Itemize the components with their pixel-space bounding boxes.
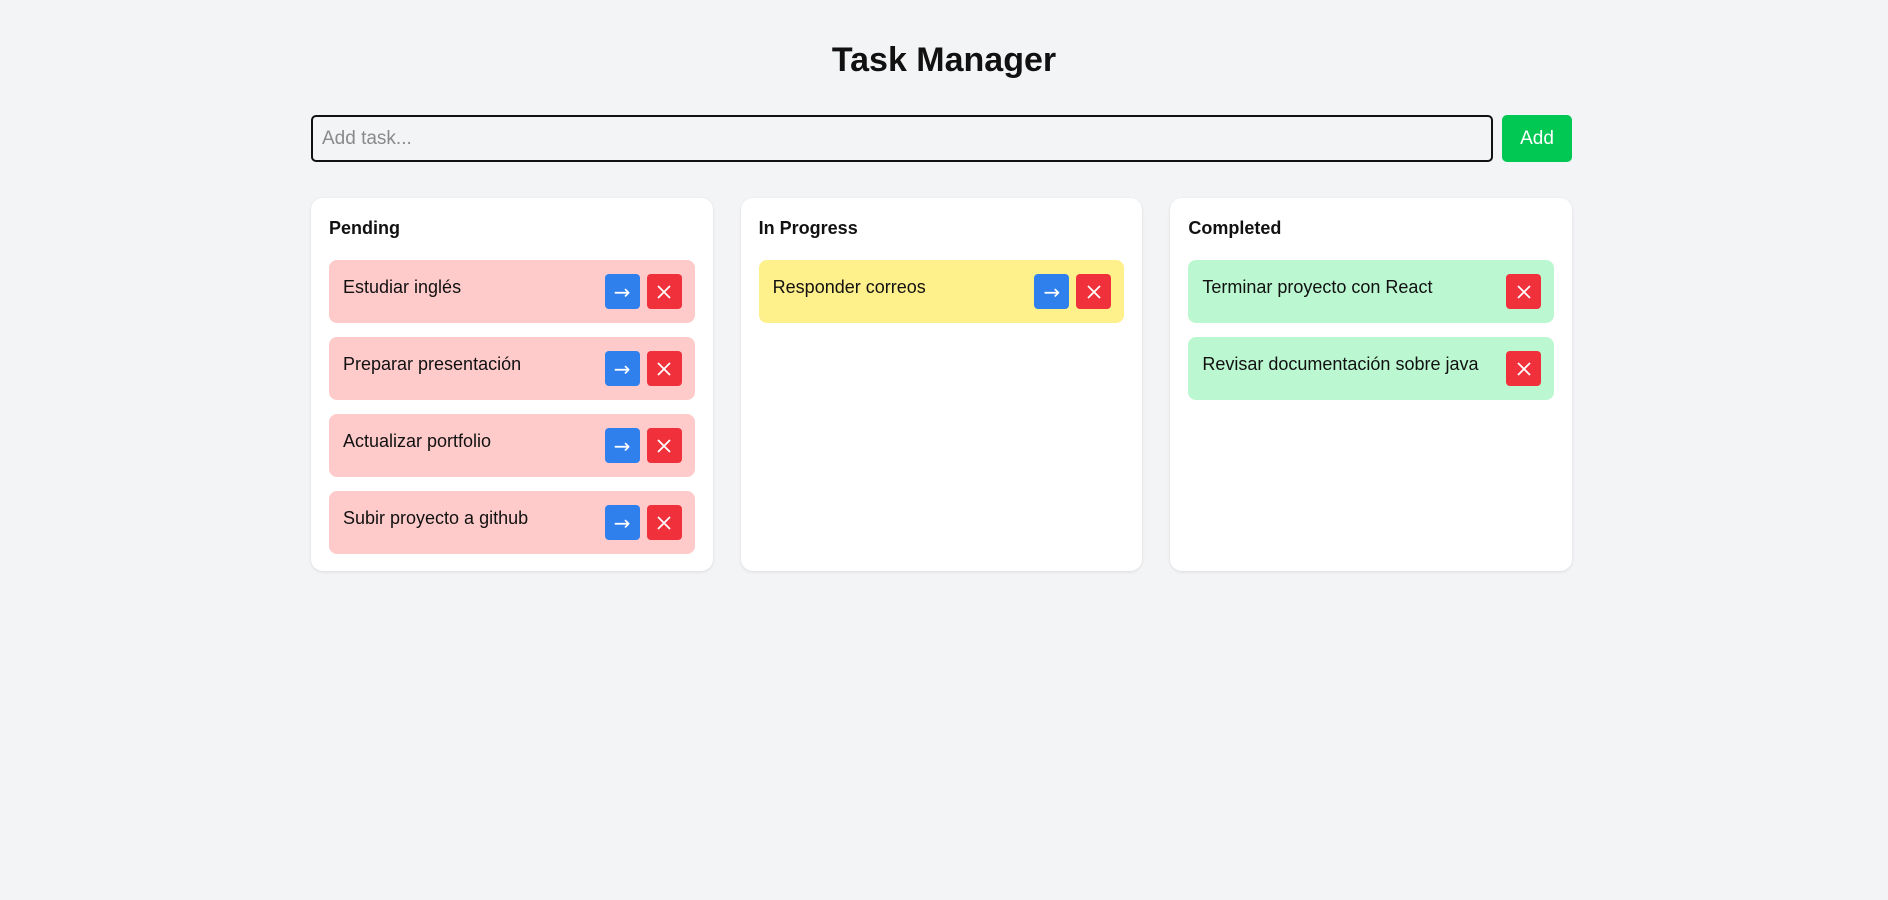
close-icon (1516, 284, 1531, 299)
delete-task-button[interactable] (1506, 351, 1542, 386)
add-task-row: Add (311, 115, 1572, 162)
task-text: Actualizar portfolio (343, 431, 492, 451)
close-icon (1087, 284, 1101, 299)
page-title: Task Manager (831, 41, 1057, 79)
task-actions: → (604, 274, 682, 309)
close-icon (657, 438, 671, 453)
task-text: Subir proyecto a github (343, 508, 529, 528)
close-icon (657, 361, 671, 376)
move-task-button[interactable]: → (604, 428, 640, 463)
column-in-progress: In Progress Responder correos → (740, 198, 1143, 571)
delete-task-button[interactable] (646, 274, 682, 309)
arrow-right-icon: → (1043, 279, 1061, 304)
close-icon (1516, 361, 1531, 376)
delete-task-button[interactable] (1076, 274, 1112, 309)
task-actions: → (604, 351, 682, 386)
move-task-button[interactable]: → (604, 505, 640, 540)
add-task-input[interactable] (311, 115, 1493, 162)
task-text: Preparar presentación (343, 354, 522, 374)
column-pending: Pending Estudiar inglés → Preparar prese… (311, 198, 713, 571)
task-card: Actualizar portfolio → (329, 414, 695, 477)
task-card: Terminar proyecto con React (1188, 260, 1555, 323)
arrow-right-icon: → (613, 356, 631, 381)
arrow-right-icon: → (613, 433, 631, 458)
column-title-pending: Pending (329, 218, 400, 238)
task-card: Subir proyecto a github → (329, 491, 695, 554)
task-actions: → (1034, 274, 1112, 309)
add-task-button[interactable]: Add (1502, 115, 1572, 162)
arrow-right-icon: → (613, 510, 631, 535)
column-title-completed: Completed (1188, 218, 1282, 238)
task-text: Revisar documentación sobre java (1202, 354, 1479, 374)
column-title-in-progress: In Progress (758, 218, 858, 238)
task-actions (1506, 274, 1542, 309)
task-text: Terminar proyecto con React (1202, 277, 1433, 297)
move-task-button[interactable]: → (1034, 274, 1070, 309)
task-card: Estudiar inglés → (329, 260, 695, 323)
task-board: Pending Estudiar inglés → Preparar prese… (311, 198, 1573, 571)
task-card: Revisar documentación sobre java (1188, 337, 1555, 400)
move-task-button[interactable]: → (604, 351, 640, 386)
task-actions: → (604, 428, 682, 463)
task-text: Estudiar inglés (343, 277, 462, 297)
delete-task-button[interactable] (1506, 274, 1542, 309)
column-completed: Completed Terminar proyecto con React Re… (1170, 198, 1573, 571)
task-actions (1506, 351, 1542, 386)
task-manager-app: Task Manager Add Pending Estudiar inglés… (0, 0, 1888, 900)
move-task-button[interactable]: → (604, 274, 640, 309)
task-actions: → (604, 505, 682, 540)
delete-task-button[interactable] (646, 351, 682, 386)
close-icon (657, 284, 671, 299)
delete-task-button[interactable] (646, 505, 682, 540)
close-icon (657, 515, 671, 530)
task-card: Preparar presentación → (329, 337, 695, 400)
task-card: Responder correos → (758, 260, 1125, 323)
delete-task-button[interactable] (646, 428, 682, 463)
arrow-right-icon: → (613, 279, 631, 304)
task-text: Responder correos (772, 277, 926, 297)
